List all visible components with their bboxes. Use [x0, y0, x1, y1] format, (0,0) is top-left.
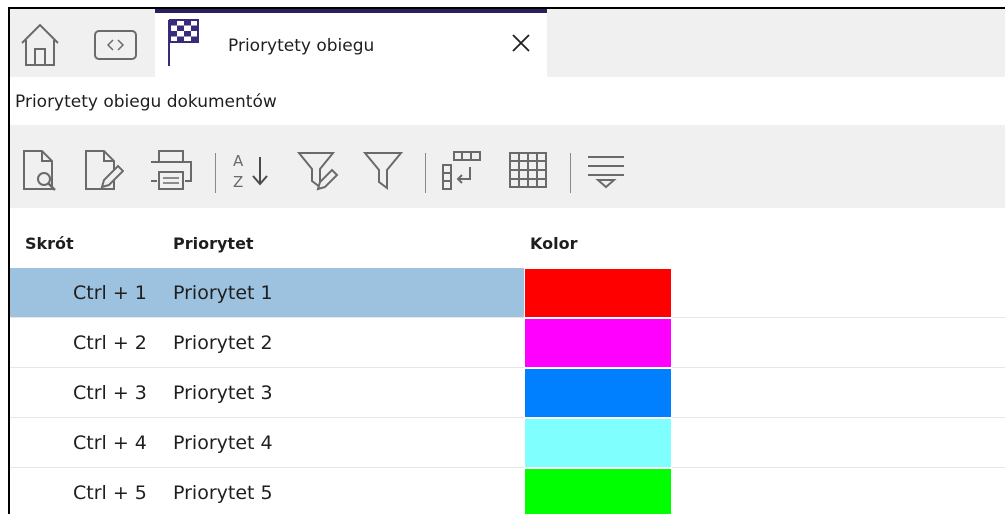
priorities-table: Skrót Priorytet Kolor Ctrl + 1 Priorytet… — [10, 208, 1005, 514]
color-swatch[interactable] — [524, 268, 672, 318]
shortcut-cell: Ctrl + 2 — [73, 332, 147, 354]
priority-cell: Priorytet 3 — [173, 382, 273, 404]
color-swatch[interactable] — [524, 418, 672, 468]
shortcut-cell: Ctrl + 4 — [73, 432, 147, 454]
priority-cell: Priorytet 5 — [173, 482, 273, 504]
tab-navigation-button[interactable] — [94, 30, 137, 60]
table-row[interactable]: Ctrl + 2 Priorytet 2 — [10, 318, 1005, 368]
sort-az-icon[interactable]: A Z — [229, 149, 273, 191]
home-icon — [21, 23, 59, 66]
filter-icon[interactable] — [362, 149, 404, 191]
column-header-shortcut[interactable]: Skrót — [25, 234, 74, 253]
shortcut-cell: Ctrl + 3 — [73, 382, 147, 404]
color-swatch[interactable] — [524, 318, 672, 368]
close-icon[interactable] — [510, 32, 532, 54]
column-header-priority[interactable]: Priorytet — [173, 234, 254, 253]
edit-filter-icon[interactable] — [296, 149, 340, 191]
group-columns-icon[interactable] — [440, 149, 484, 191]
table-row[interactable]: Ctrl + 3 Priorytet 3 — [10, 368, 1005, 418]
svg-text:Z: Z — [233, 173, 243, 191]
shortcut-cell: Ctrl + 1 — [73, 282, 147, 304]
color-swatch[interactable] — [524, 368, 672, 418]
shortcut-cell: Ctrl + 5 — [73, 482, 147, 504]
svg-text:A: A — [233, 152, 244, 170]
preview-document-icon[interactable] — [20, 149, 60, 191]
toolbar-separator — [215, 153, 216, 193]
table-row[interactable]: Ctrl + 4 Priorytet 4 — [10, 418, 1005, 468]
priority-cell: Priorytet 1 — [173, 282, 273, 304]
page-header: Priorytety obiegu dokumentów — [10, 77, 1005, 125]
page-title: Priorytety obiegu dokumentów — [15, 92, 277, 112]
tab-bar: Priorytety obiegu — [10, 9, 1005, 77]
print-icon[interactable] — [148, 149, 194, 191]
priority-cell: Priorytet 2 — [173, 332, 273, 354]
grid-table-icon[interactable] — [506, 149, 550, 191]
home-button[interactable] — [18, 19, 62, 69]
toolbar-separator — [570, 153, 571, 193]
checkered-flag-icon — [168, 19, 199, 66]
toolbar: A Z — [10, 125, 1005, 208]
priority-cell: Priorytet 4 — [173, 432, 273, 454]
color-swatch[interactable] — [524, 468, 672, 514]
edit-document-icon[interactable] — [82, 149, 124, 191]
more-options-icon[interactable] — [584, 149, 628, 191]
tab-priorytety-obiegu[interactable]: Priorytety obiegu — [155, 9, 547, 77]
tab-label: Priorytety obiegu — [228, 36, 375, 56]
app-window: Priorytety obiegu Priorytety obiegu doku… — [8, 7, 1005, 514]
column-header-color[interactable]: Kolor — [530, 234, 577, 253]
table-row[interactable]: Ctrl + 5 Priorytet 5 — [10, 468, 1005, 514]
tab-active-indicator — [155, 9, 547, 13]
table-row[interactable]: Ctrl + 1 Priorytet 1 — [10, 268, 1005, 318]
toolbar-separator — [425, 153, 426, 193]
arrows-left-right-icon — [94, 30, 137, 60]
